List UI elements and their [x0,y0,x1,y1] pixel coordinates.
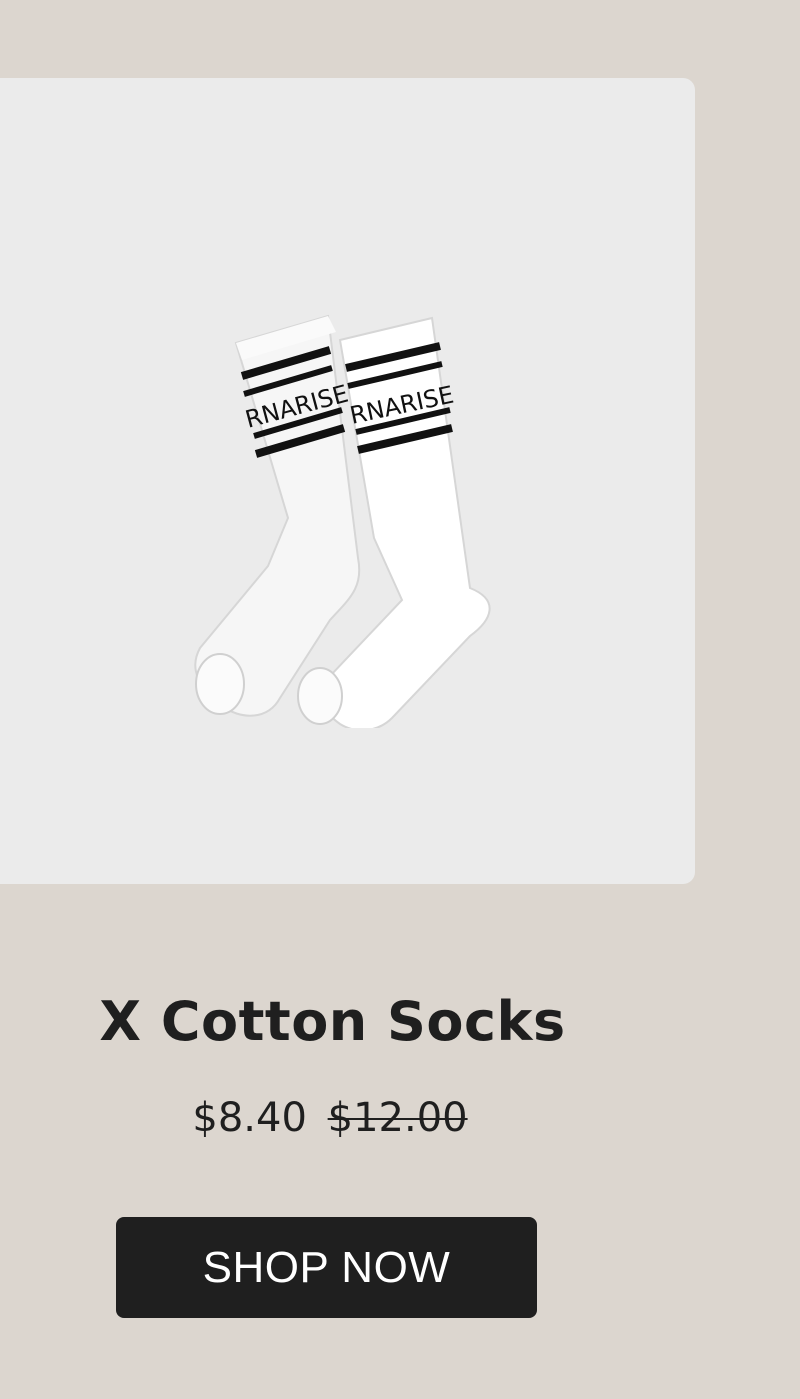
shop-now-button[interactable]: SHOP NOW [116,1217,537,1318]
left-sock: RNARISE [194,314,361,717]
price-row: $8.40 $12.00 [0,1095,660,1141]
socks-image: RNARISE RNARISE [194,314,491,728]
product-image-card[interactable]: RNARISE RNARISE [0,78,695,884]
product-page: RNARISE RNARISE X Cotton Socks $8.40 $12… [0,0,800,1399]
original-price: $12.00 [327,1095,468,1141]
product-title: X Cotton Socks [99,990,566,1053]
sale-price: $8.40 [192,1095,307,1141]
